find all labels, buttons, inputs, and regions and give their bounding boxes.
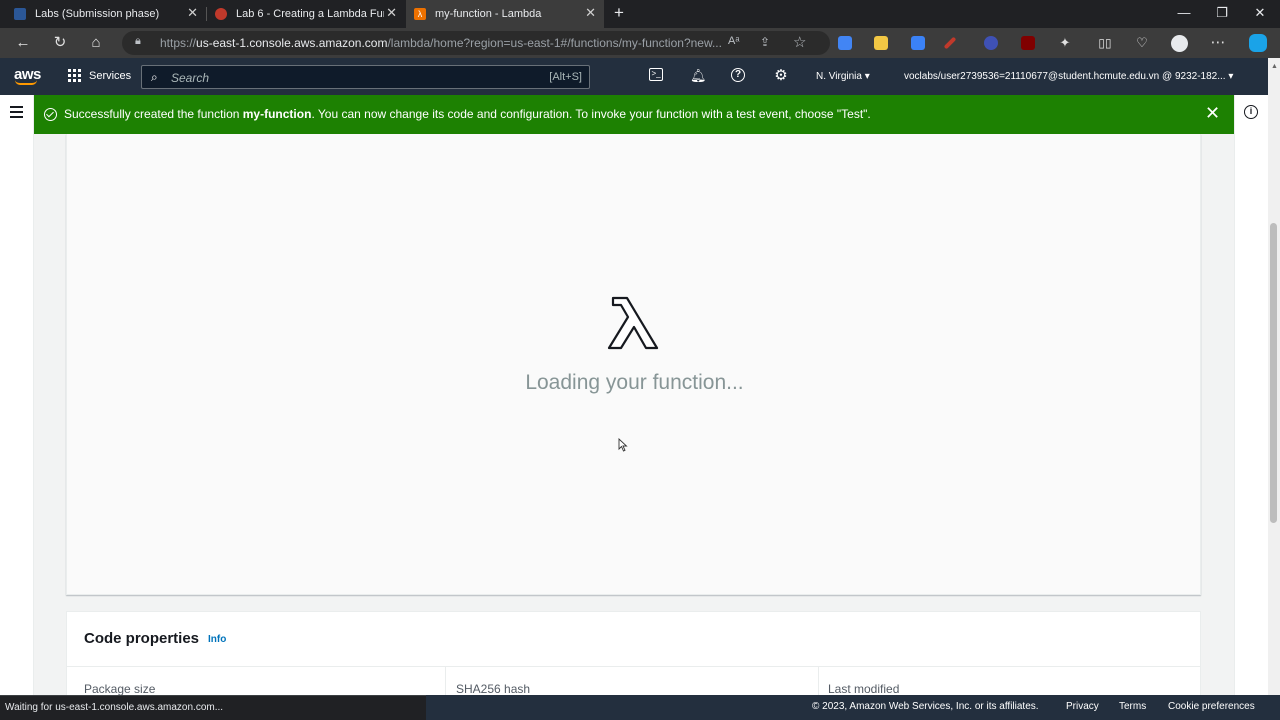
copyright-text: © 2023, Amazon Web Services, Inc. or its… — [812, 701, 1039, 712]
sha256-hash-label: SHA256 hash — [456, 682, 531, 696]
region-selector[interactable]: N. Virginia ▾ — [816, 71, 870, 82]
cookie-preferences-link[interactable]: Cookie preferences — [1168, 701, 1255, 712]
copilot-icon[interactable] — [1249, 34, 1267, 52]
favorites-heart-icon[interactable]: ♡ — [1132, 34, 1152, 52]
terms-link[interactable]: Terms — [1119, 701, 1146, 712]
search-icon: ⌕ — [151, 70, 158, 84]
success-flash-banner: Successfully created the function my-fun… — [34, 95, 1234, 134]
aws-smile-icon — [15, 80, 37, 85]
hamburger-menu-icon[interactable] — [10, 106, 23, 121]
lock-icon: 🔒︎ — [135, 35, 141, 47]
scrollbar-thumb[interactable] — [1270, 223, 1277, 523]
back-icon[interactable]: ← — [13, 34, 33, 52]
aws-top-nav: aws Services ⌕ Search [Alt+S] >_ 🔔︎ ? ⚙ … — [0, 58, 1268, 95]
minimize-icon[interactable]: — — [1174, 5, 1194, 20]
read-aloud-icon[interactable]: A͏ᵃ — [728, 35, 739, 47]
split-screen-icon[interactable]: ▯▯ — [1095, 34, 1115, 52]
mouse-cursor-icon — [618, 438, 628, 452]
close-tab-icon[interactable]: ✕ — [386, 6, 397, 20]
account-menu[interactable]: voclabs/user2739536=21110677@student.hcm… — [904, 71, 1233, 82]
browser-toolbar: ← ↻ ⌂ 🔒︎ https://us-east-1.console.aws.a… — [0, 28, 1280, 58]
labs-favicon-icon — [14, 8, 26, 20]
translate-extension-icon[interactable] — [838, 36, 852, 50]
close-window-icon[interactable]: ✕ — [1250, 5, 1270, 21]
extensions-puzzle-icon[interactable]: ✦ — [1055, 34, 1075, 52]
search-shortcut: [Alt+S] — [549, 71, 582, 83]
search-placeholder: Search — [171, 71, 210, 85]
code-properties-header: Code properties Info — [67, 612, 1200, 667]
code-properties-panel: Code properties Info Package size SHA256… — [66, 611, 1201, 707]
home-icon[interactable]: ⌂ — [86, 34, 106, 52]
settings-gear-icon[interactable]: ⚙ — [773, 68, 789, 84]
services-label: Services — [89, 69, 132, 82]
folder-extension-icon[interactable] — [874, 36, 888, 50]
flash-message: Successfully created the function my-fun… — [64, 107, 871, 121]
mail-extension-icon[interactable] — [911, 36, 925, 50]
browser-tab-labs[interactable]: Labs (Submission phase) ✕ — [0, 0, 206, 28]
services-menu-button[interactable]: Services — [68, 69, 131, 82]
privacy-link[interactable]: Privacy — [1066, 701, 1099, 712]
browser-status-bar: Waiting for us-east-1.console.aws.amazon… — [0, 695, 426, 720]
share-icon[interactable]: ⇪ — [760, 35, 770, 49]
lambda-icon — [607, 296, 659, 350]
loading-message: Loading your function... — [525, 371, 744, 394]
refresh-icon[interactable]: ↻ — [50, 34, 70, 52]
browser-tab-strip: Labs (Submission phase) ✕ Lab 6 - Creati… — [0, 0, 1280, 28]
url-text: https://us-east-1.console.aws.amazon.com… — [160, 36, 722, 50]
close-tab-icon[interactable]: ✕ — [187, 6, 198, 20]
page-scrollbar[interactable]: ▲ — [1268, 58, 1280, 695]
profile-avatar[interactable] — [1171, 35, 1188, 52]
pen-extension-icon[interactable] — [943, 36, 957, 50]
notifications-bell-icon[interactable]: 🔔︎ — [690, 68, 707, 84]
lambda-favicon-icon: λ — [414, 8, 426, 20]
favorite-star-icon[interactable]: ☆ — [793, 33, 806, 51]
right-side-rail: i — [1234, 95, 1268, 695]
grid-icon — [68, 69, 81, 82]
browser-tab-lab6[interactable]: Lab 6 - Creating a Lambda Functi ✕ — [207, 0, 405, 28]
code-properties-title: Code properties — [84, 630, 200, 647]
more-menu-icon[interactable]: ⋯ — [1208, 34, 1228, 52]
info-link[interactable]: Info — [208, 634, 226, 645]
success-check-icon — [44, 108, 57, 121]
cloudshell-icon[interactable]: >_ — [649, 68, 663, 81]
console-footer: Waiting for us-east-1.console.aws.amazon… — [0, 695, 1280, 720]
loading-status-text: Waiting for us-east-1.console.aws.amazon… — [5, 702, 224, 713]
ublock-extension-icon[interactable] — [1021, 36, 1035, 50]
browser-tab-my-function[interactable]: λ my-function - Lambda ✕ — [406, 0, 604, 28]
shield-extension-icon[interactable] — [984, 36, 998, 50]
dismiss-flash-close-icon[interactable]: ✕ — [1205, 104, 1220, 122]
new-tab-icon[interactable]: + — [609, 3, 629, 23]
close-tab-icon[interactable]: ✕ — [585, 6, 596, 20]
lab6-favicon-icon — [215, 8, 227, 20]
package-size-label: Package size — [84, 682, 156, 696]
last-modified-label: Last modified — [828, 682, 900, 696]
help-icon[interactable]: ? — [731, 68, 745, 82]
function-loading-panel: Loading your function... — [66, 134, 1201, 595]
tab-title: Lab 6 - Creating a Lambda Functi — [236, 8, 384, 20]
tab-title: Labs (Submission phase) — [35, 8, 160, 20]
search-input[interactable]: ⌕ Search [Alt+S] — [141, 65, 590, 89]
left-side-rail — [0, 95, 34, 695]
scroll-up-arrow-icon[interactable]: ▲ — [1271, 63, 1278, 70]
address-bar[interactable]: 🔒︎ https://us-east-1.console.aws.amazon.… — [122, 31, 830, 55]
maximize-icon[interactable]: ❐ — [1212, 5, 1232, 21]
tab-title: my-function - Lambda — [435, 8, 542, 20]
info-panel-icon[interactable]: i — [1244, 105, 1258, 119]
